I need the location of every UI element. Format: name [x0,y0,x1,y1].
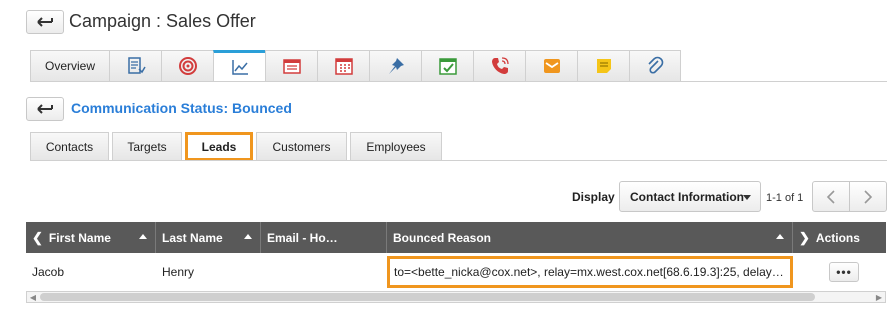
scrollbar-thumb[interactable] [40,293,815,301]
cell-actions: ••• [793,256,886,288]
tab-targets[interactable]: Targets [112,132,182,161]
communication-back-button[interactable] [26,97,64,121]
recipient-type-tabs: Contacts Targets Leads Customers Employe… [30,132,445,161]
chevron-left-icon [826,189,835,204]
display-select[interactable]: Contact Information [619,181,761,212]
cell-last-name: Henry [162,265,195,279]
tab-overview-label: Overview [44,59,95,73]
tab-employees[interactable]: Employees [350,132,442,161]
tab-targets-label: Targets [127,139,167,154]
tab-calendar-list[interactable] [265,50,317,82]
chevron-right-icon[interactable]: ❯ [799,230,810,246]
task-icon [438,58,457,75]
tab-emails[interactable] [525,50,577,82]
module-tabs-divider [30,81,887,82]
call-icon [491,57,509,74]
sort-ascending-icon [244,234,252,239]
cell-first-name: Jacob [32,265,65,279]
tab-notes[interactable] [109,50,161,82]
table-row[interactable]: Jacob Henry to=<bette_nicka@cox.net>, re… [26,256,886,288]
scroll-right-icon[interactable]: ▶ [873,292,885,302]
column-email-label: Email - Ho… [267,230,338,245]
column-last-name[interactable]: Last Name [156,222,261,253]
next-page-button[interactable] [849,181,887,212]
page-count: 1-1 of 1 [766,192,804,204]
column-last-name-label: Last Name [162,230,223,245]
calendar-icon [334,58,353,75]
column-first-name[interactable]: ❮ First Name [26,222,156,253]
chevron-right-icon [864,189,873,204]
sticky-note-icon [596,59,611,73]
column-first-name-label: First Name [48,230,111,245]
row-actions-button[interactable]: ••• [829,262,859,282]
tab-attachments[interactable] [629,50,681,82]
tab-calendar[interactable] [317,50,369,82]
display-label: Display [572,190,615,204]
tab-employees-label: Employees [366,139,426,154]
tab-targets[interactable] [161,50,213,82]
notes-icon [127,57,146,74]
tab-contacts[interactable]: Contacts [30,132,109,161]
column-bounced-reason[interactable]: Bounced Reason [387,222,793,253]
previous-page-button[interactable] [812,181,850,212]
display-selected-value: Contact Information [630,189,744,204]
tab-analytics[interactable] [213,50,265,82]
cell-bounced-reason: to=<bette_nicka@cox.net>, relay=mx.west.… [387,256,793,288]
chevron-left-icon[interactable]: ❮ [32,230,43,246]
sort-ascending-icon [139,234,147,239]
target-icon [178,57,197,75]
tab-customers[interactable]: Customers [256,132,347,161]
chevron-down-icon [743,195,751,200]
column-actions[interactable]: ❯ Actions [793,222,886,253]
chart-icon [231,60,248,75]
tab-customers-label: Customers [272,139,331,154]
attachment-icon [648,56,664,74]
page-title: Campaign : Sales Offer [69,11,256,31]
back-arrow-icon [37,104,53,114]
cell-email [261,256,387,288]
communication-status-title: Communication Status: Bounced [71,100,292,116]
sort-ascending-icon [776,234,784,239]
page-back-button[interactable] [26,10,64,34]
tab-leads-label: Leads [201,139,237,154]
column-email[interactable]: Email - Ho… [261,222,387,253]
table-header: ❮ First Name Last Name Email - Ho… Bounc… [26,222,886,253]
column-actions-label: Actions [815,230,860,245]
module-tabs: Overview [30,50,681,82]
sub-tabs-divider [30,160,887,161]
back-arrow-icon [37,17,53,27]
tab-overview[interactable]: Overview [30,50,109,82]
tab-tasks[interactable] [421,50,473,82]
calendar-list-icon [282,59,301,74]
tab-contacts-label: Contacts [45,139,94,154]
mail-icon [543,59,560,73]
tab-notes-sticky[interactable] [577,50,629,82]
tab-leads[interactable]: Leads [185,132,253,161]
tab-pinned[interactable] [369,50,421,82]
horizontal-scrollbar[interactable]: ◀ ▶ [26,291,886,303]
scroll-left-icon[interactable]: ◀ [27,292,39,302]
tab-calls[interactable] [473,50,525,82]
pin-icon [388,58,404,74]
column-bounced-reason-label: Bounced Reason [393,230,492,245]
